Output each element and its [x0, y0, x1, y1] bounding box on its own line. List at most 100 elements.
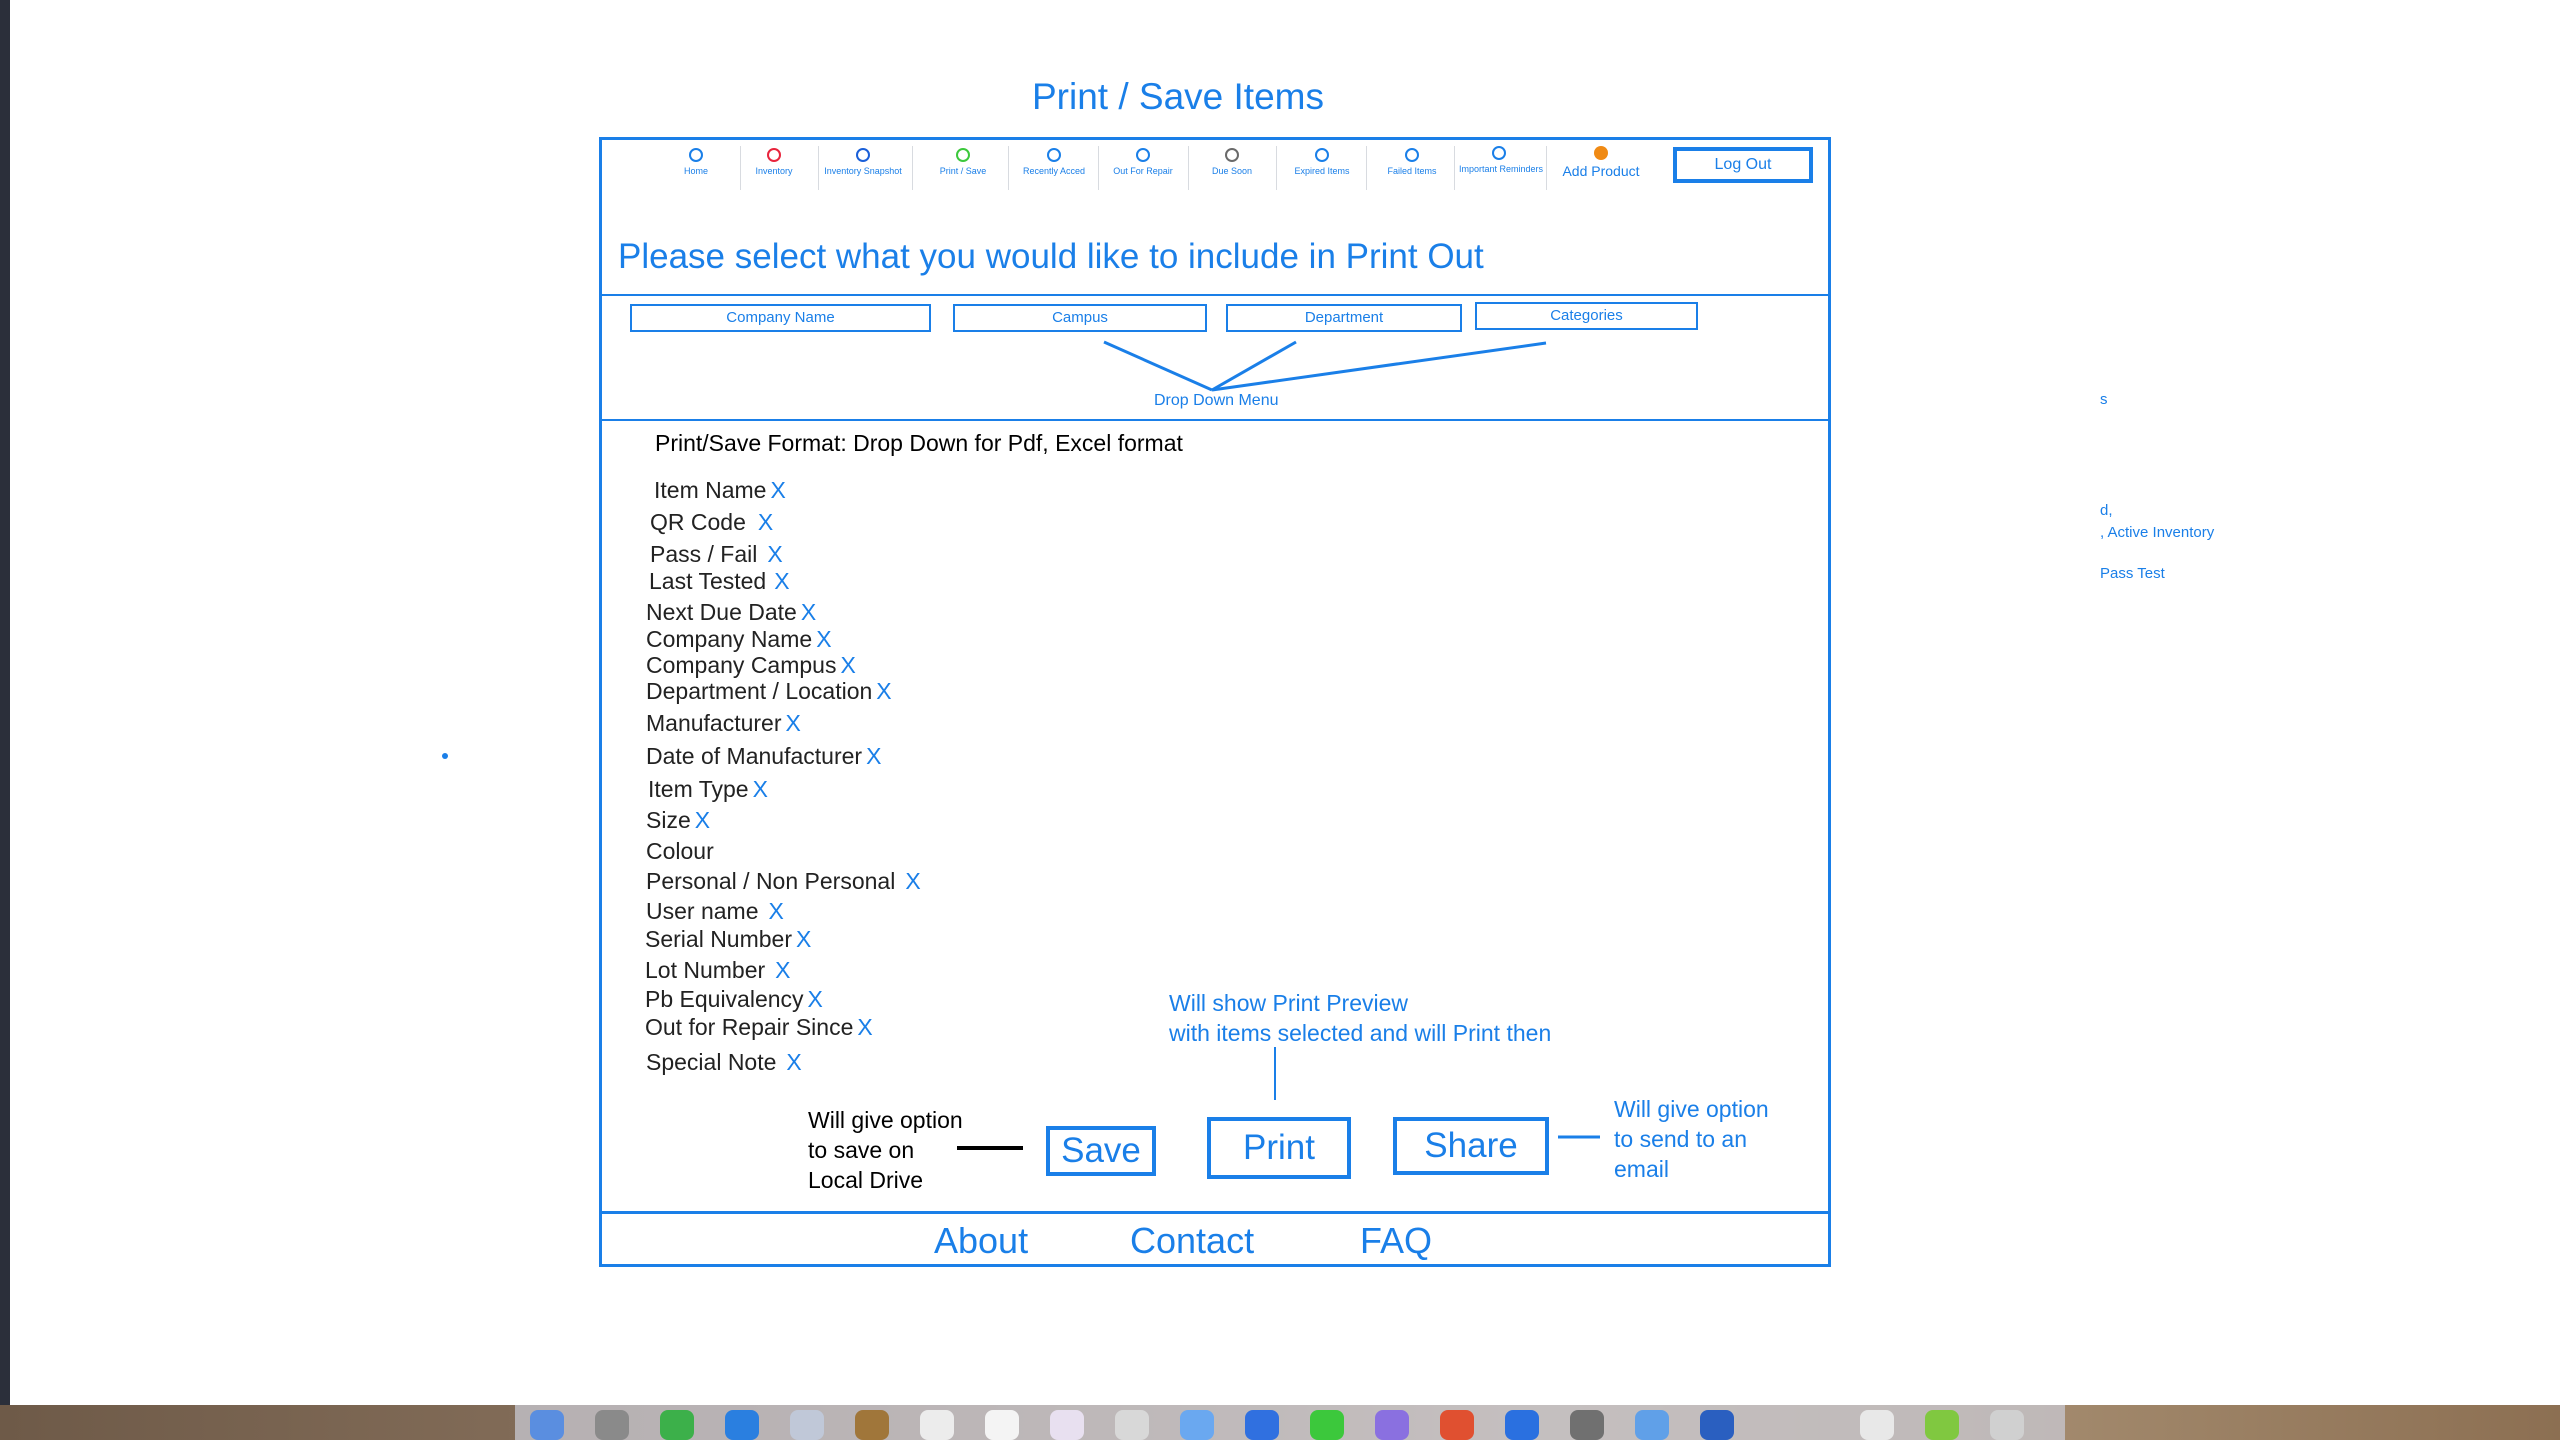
footer-faq-link[interactable]: FAQ — [1360, 1220, 1432, 1262]
remove-x-icon[interactable]: X — [758, 509, 773, 535]
field-label: Department / Location — [646, 678, 873, 704]
remove-x-icon[interactable]: X — [786, 710, 801, 736]
calendar-icon[interactable] — [920, 1410, 954, 1440]
field-pb-equivalency[interactable]: Pb Equivalency X — [645, 986, 823, 1013]
field-label: User name — [646, 898, 759, 924]
remove-x-icon[interactable]: X — [876, 678, 891, 704]
settings-icon[interactable] — [1570, 1410, 1604, 1440]
notes-icon[interactable] — [985, 1410, 1019, 1440]
field-department-location[interactable]: Department / Location X — [646, 678, 892, 705]
remove-x-icon[interactable]: X — [774, 568, 789, 594]
remove-x-icon[interactable]: X — [905, 868, 920, 894]
save-button[interactable]: Save — [1046, 1126, 1156, 1176]
remove-x-icon[interactable]: X — [767, 541, 782, 567]
facetime-icon[interactable] — [1310, 1410, 1344, 1440]
remove-x-icon[interactable]: X — [866, 743, 881, 769]
remove-x-icon[interactable]: X — [753, 776, 768, 802]
field-label: Special Note — [646, 1049, 777, 1075]
print-note-line: with items selected and will Print then — [1169, 1020, 1552, 1046]
remove-x-icon[interactable]: X — [770, 477, 785, 503]
field-size[interactable]: Size X — [646, 807, 710, 834]
print-button[interactable]: Print — [1207, 1117, 1351, 1179]
field-label: Next Due Date — [646, 599, 797, 625]
field-lot-number[interactable]: Lot Number X — [645, 957, 791, 984]
documents-icon[interactable] — [1860, 1410, 1894, 1440]
field-serial-number[interactable]: Serial Number X — [645, 926, 811, 953]
launchpad-icon[interactable] — [595, 1410, 629, 1440]
field-colour[interactable]: Colour — [646, 838, 718, 865]
field-next-due-date[interactable]: Next Due Date X — [646, 599, 816, 626]
share-button[interactable]: Share — [1393, 1117, 1549, 1175]
remove-x-icon[interactable]: X — [768, 898, 783, 924]
field-label: Serial Number — [645, 926, 792, 952]
remove-x-icon[interactable]: X — [808, 986, 823, 1012]
side-note: Pass Test — [2100, 565, 2165, 582]
remove-x-icon[interactable]: X — [796, 926, 811, 952]
arrow-line-categories — [1211, 341, 1547, 392]
remove-x-icon[interactable]: X — [695, 807, 710, 833]
preview-icon[interactable] — [1635, 1410, 1669, 1440]
field-company-campus[interactable]: Company Campus X — [646, 652, 856, 679]
safari-icon[interactable] — [725, 1410, 759, 1440]
field-pass-fail[interactable]: Pass / Fail X — [650, 541, 783, 568]
field-date-of-manufacturer[interactable]: Date of Manufacturer X — [646, 743, 881, 770]
mail-icon[interactable] — [790, 1410, 824, 1440]
finder-icon[interactable] — [530, 1410, 564, 1440]
contacts-icon[interactable] — [855, 1410, 889, 1440]
side-note: s — [2100, 391, 2108, 408]
podcasts-icon[interactable] — [1375, 1410, 1409, 1440]
trash-icon[interactable] — [1990, 1410, 2024, 1440]
side-note: , Active Inventory — [2100, 524, 2215, 541]
field-label: Item Name — [654, 477, 767, 503]
share-note-line: to send to an — [1614, 1126, 1747, 1152]
field-label: Size — [646, 807, 691, 833]
app-store-icon[interactable] — [1180, 1410, 1214, 1440]
reminders-icon[interactable] — [1050, 1410, 1084, 1440]
print-note-line: Will show Print Preview — [1169, 990, 1408, 1016]
field-label: Date of Manufacturer — [646, 743, 863, 769]
footer-contact-link[interactable]: Contact — [1130, 1220, 1254, 1262]
remove-x-icon[interactable]: X — [786, 1049, 801, 1075]
field-special-note[interactable]: Special Note X — [646, 1049, 802, 1076]
field-out-for-repair-since[interactable]: Out for Repair Since X — [645, 1014, 873, 1041]
footer-divider — [599, 1211, 1831, 1214]
annotation-lines — [442, 340, 1600, 1150]
save-note-line: Local Drive — [808, 1167, 924, 1193]
field-user-name[interactable]: User name X — [646, 898, 784, 925]
field-qr-code[interactable]: QR Code X — [650, 509, 773, 536]
photos-icon[interactable] — [1115, 1410, 1149, 1440]
save-note-line: to save on — [808, 1137, 915, 1163]
dropdown-label: Drop Down Menu — [1154, 392, 1279, 409]
remove-x-icon[interactable]: X — [816, 626, 831, 652]
music-icon[interactable] — [1440, 1410, 1474, 1440]
share-note-line: Will give option — [1614, 1096, 1769, 1122]
field-last-tested[interactable]: Last Tested X — [649, 568, 790, 595]
field-label: Manufacturer — [646, 710, 782, 736]
field-manufacturer[interactable]: Manufacturer X — [646, 710, 801, 737]
chrome-icon[interactable] — [660, 1410, 694, 1440]
word-icon[interactable] — [1700, 1410, 1734, 1440]
field-label: QR Code — [650, 509, 746, 535]
field-label: Personal / Non Personal — [646, 868, 896, 894]
share-note-line: email — [1614, 1156, 1669, 1182]
remove-x-icon[interactable]: X — [775, 957, 790, 983]
field-label: Company Name — [646, 626, 813, 652]
field-company-name[interactable]: Company Name X — [646, 626, 832, 653]
remove-x-icon[interactable]: X — [840, 652, 855, 678]
print-note: Will show Print Preview with items selec… — [1169, 988, 1551, 1048]
field-label: Out for Repair Since — [645, 1014, 854, 1040]
downloads-icon[interactable] — [1925, 1410, 1959, 1440]
app-icon[interactable] — [1505, 1410, 1539, 1440]
remove-x-icon[interactable]: X — [857, 1014, 872, 1040]
field-item-type[interactable]: Item Type X — [648, 776, 768, 803]
footer-about-link[interactable]: About — [934, 1220, 1028, 1262]
field-personal-non-personal[interactable]: Personal / Non Personal X — [646, 868, 921, 895]
messages-icon[interactable] — [1245, 1410, 1279, 1440]
field-label: Pb Equivalency — [645, 986, 804, 1012]
remove-x-icon[interactable]: X — [801, 599, 816, 625]
save-note: Will give option to save on Local Drive — [808, 1105, 963, 1195]
field-item-name[interactable]: Item Name X — [654, 477, 786, 504]
field-label: Company Campus — [646, 652, 837, 678]
field-label: Last Tested — [649, 568, 767, 594]
divider — [599, 419, 1831, 421]
